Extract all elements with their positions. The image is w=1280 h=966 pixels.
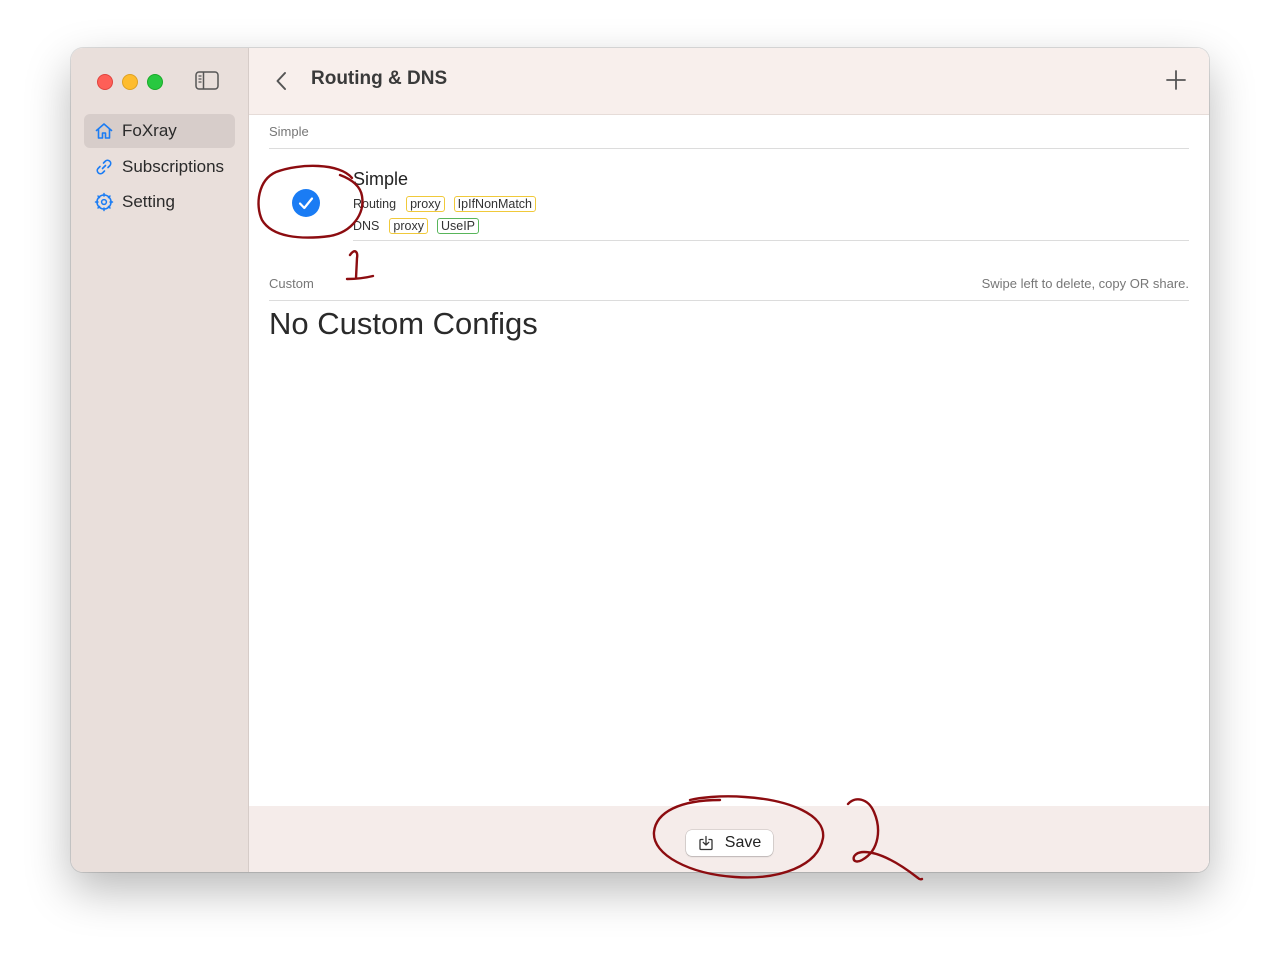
footer-bar: Save xyxy=(249,806,1209,872)
routing-label: Routing xyxy=(353,197,397,211)
sidebar-toggle-icon[interactable] xyxy=(195,71,219,90)
dns-tag: proxy xyxy=(389,218,428,234)
save-tray-icon xyxy=(699,835,713,851)
routing-line: Routing proxy IpIfNonMatch xyxy=(353,196,545,212)
dns-tag: UseIP xyxy=(436,218,480,234)
minimize-window-button[interactable] xyxy=(122,74,138,90)
save-button[interactable]: Save xyxy=(686,830,773,856)
simple-section-header: Simple xyxy=(269,124,309,139)
config-name: Simple xyxy=(353,169,409,189)
app-window: FoXray Subscriptions Setting Routing & D… xyxy=(71,48,1209,872)
sidebar-item-label: Subscriptions xyxy=(122,156,225,176)
dns-label: DNS xyxy=(353,219,380,233)
divider xyxy=(353,240,1189,241)
close-window-button[interactable] xyxy=(97,74,113,90)
sidebar-item-foxray[interactable]: FoXray xyxy=(84,114,235,148)
divider xyxy=(269,148,1189,149)
swipe-hint: Swipe left to delete, copy OR share. xyxy=(981,276,1189,291)
sidebar-item-label: FoXray xyxy=(122,121,177,140)
sidebar: FoXray Subscriptions Setting xyxy=(71,48,249,872)
sidebar-item-label: Setting xyxy=(122,192,175,211)
save-button-label: Save xyxy=(724,834,762,851)
gear-icon xyxy=(94,192,114,212)
sidebar-item-subscriptions[interactable]: Subscriptions xyxy=(84,150,235,184)
dns-line: DNS proxy UseIP xyxy=(353,218,488,234)
plus-icon[interactable] xyxy=(1165,69,1187,91)
empty-state-text: No Custom Configs xyxy=(269,306,538,341)
back-chevron-icon[interactable] xyxy=(273,69,291,93)
custom-section-header: Custom xyxy=(269,276,314,291)
page-title: Routing & DNS xyxy=(311,68,448,89)
link-icon xyxy=(96,159,112,174)
sidebar-nav: FoXray Subscriptions Setting xyxy=(84,114,235,221)
routing-tag: IpIfNonMatch xyxy=(453,196,537,212)
sidebar-item-setting[interactable]: Setting xyxy=(84,185,235,219)
divider xyxy=(269,300,1189,301)
zoom-window-button[interactable] xyxy=(147,74,163,90)
checkmark-icon xyxy=(298,197,314,210)
routing-tag: proxy xyxy=(406,196,445,212)
title-bar: Routing & DNS xyxy=(249,48,1209,115)
checkmark-circle-icon[interactable] xyxy=(292,189,320,217)
config-row-simple[interactable]: Simple Routing proxy IpIfNonMatch DNS pr… xyxy=(249,158,1209,240)
main-content: Routing & DNS Simple Simple Routing prox… xyxy=(249,48,1209,872)
house-icon xyxy=(95,123,113,139)
